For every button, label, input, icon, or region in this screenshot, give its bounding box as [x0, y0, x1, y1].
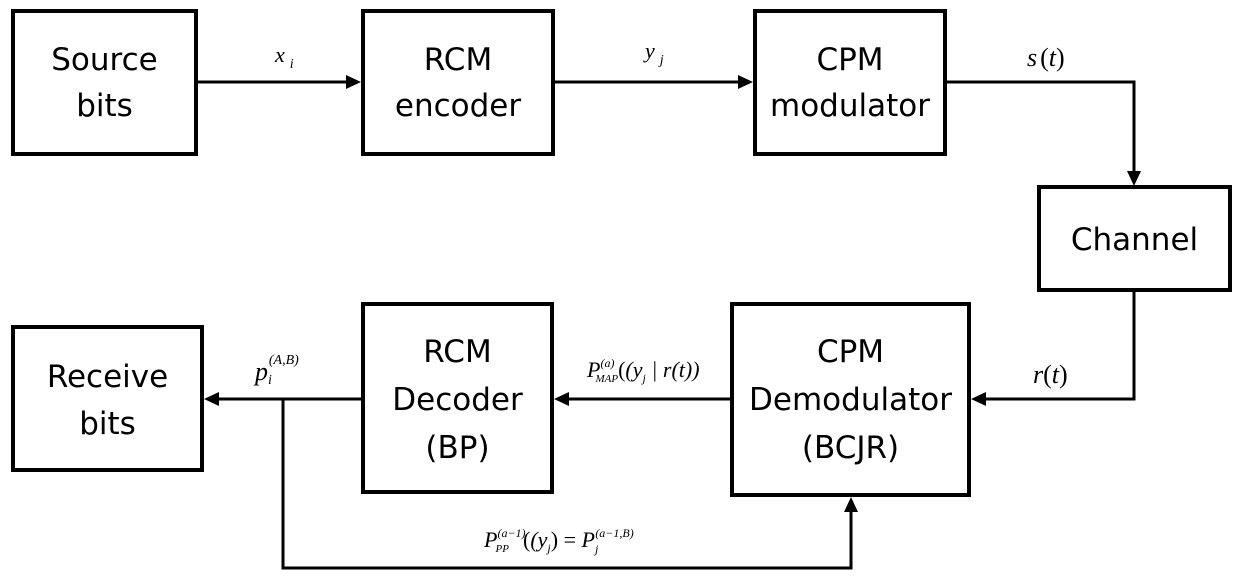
block-source-bits-line-1: Source: [51, 42, 157, 78]
block-rcm-encoder-frame: [361, 9, 555, 156]
arrowhead-icon: [738, 75, 753, 89]
edge-source-to-encoder: xi: [198, 42, 361, 89]
block-channel: Channel: [1037, 185, 1232, 292]
arrowhead-icon: [844, 497, 858, 512]
block-receive-bits: Receive bits: [11, 325, 204, 472]
block-receive-bits-line-1: Receive: [47, 359, 168, 395]
block-cpm-modulator: CPM modulator: [753, 9, 947, 156]
edge-modulator-to-channel-line: [947, 80, 1136, 172]
rcm-cpm-block-diagram: Source bits RCM encoder CPM modulator Ch…: [11, 9, 1232, 570]
block-rcm-decoder-line-3: (BP): [425, 430, 489, 466]
block-rcm-decoder-line-2: Decoder: [392, 382, 523, 418]
block-rcm-decoder-line-1: RCM: [423, 334, 491, 370]
block-rcm-encoder-line-1: RCM: [424, 42, 492, 78]
block-source-bits: Source bits: [11, 9, 198, 156]
edge-demodulator-to-decoder: P(a) MAP((yj | r(t)): [554, 356, 730, 406]
arrowhead-icon: [1127, 171, 1141, 186]
block-cpm-modulator-frame: [753, 9, 947, 156]
edge-encoder-to-modulator: yj: [555, 38, 753, 89]
block-cpm-demodulator-line-2: Demodulator: [749, 382, 952, 418]
block-source-bits-frame: [11, 9, 198, 156]
block-cpm-modulator-line-2: modulator: [770, 88, 930, 124]
block-cpm-modulator-line-1: CPM: [816, 42, 883, 78]
edge-label-p-i-ab: pi(A,B): [253, 353, 299, 388]
edge-label-feedback-equation: P(a−1) PP ((yj) = Pj(a−1,B): [483, 526, 634, 556]
block-cpm-demodulator-line-1: CPM: [817, 334, 884, 370]
block-source-bits-line-2: bits: [76, 88, 133, 124]
edge-decoder-to-receive: pi(A,B): [204, 353, 361, 406]
arrowhead-icon: [554, 392, 569, 406]
edge-channel-to-demodulator: r(t): [971, 292, 1136, 406]
block-rcm-decoder: RCM Decoder (BP): [361, 302, 554, 494]
edge-modulator-to-channel: s (t): [947, 43, 1141, 186]
edge-label-r-t: r(t): [1033, 360, 1068, 389]
edge-label-p-map: P(a) MAP((yj | r(t)): [586, 356, 700, 385]
arrowhead-icon: [971, 392, 986, 406]
block-rcm-encoder: RCM encoder: [361, 9, 555, 156]
block-rcm-encoder-line-2: encoder: [395, 88, 521, 124]
edge-label-y-j: yj: [643, 38, 664, 68]
block-cpm-demodulator-line-3: (BCJR): [802, 430, 899, 466]
arrowhead-icon: [204, 392, 219, 406]
block-cpm-demodulator: CPM Demodulator (BCJR): [730, 302, 971, 497]
edge-label-x-i: xi: [274, 42, 294, 72]
edge-label-s-t: s (t): [1027, 43, 1065, 72]
block-receive-bits-frame: [11, 325, 204, 472]
block-channel-line-1: Channel: [1071, 222, 1198, 258]
arrowhead-icon: [346, 75, 361, 89]
block-receive-bits-line-2: bits: [79, 406, 136, 442]
